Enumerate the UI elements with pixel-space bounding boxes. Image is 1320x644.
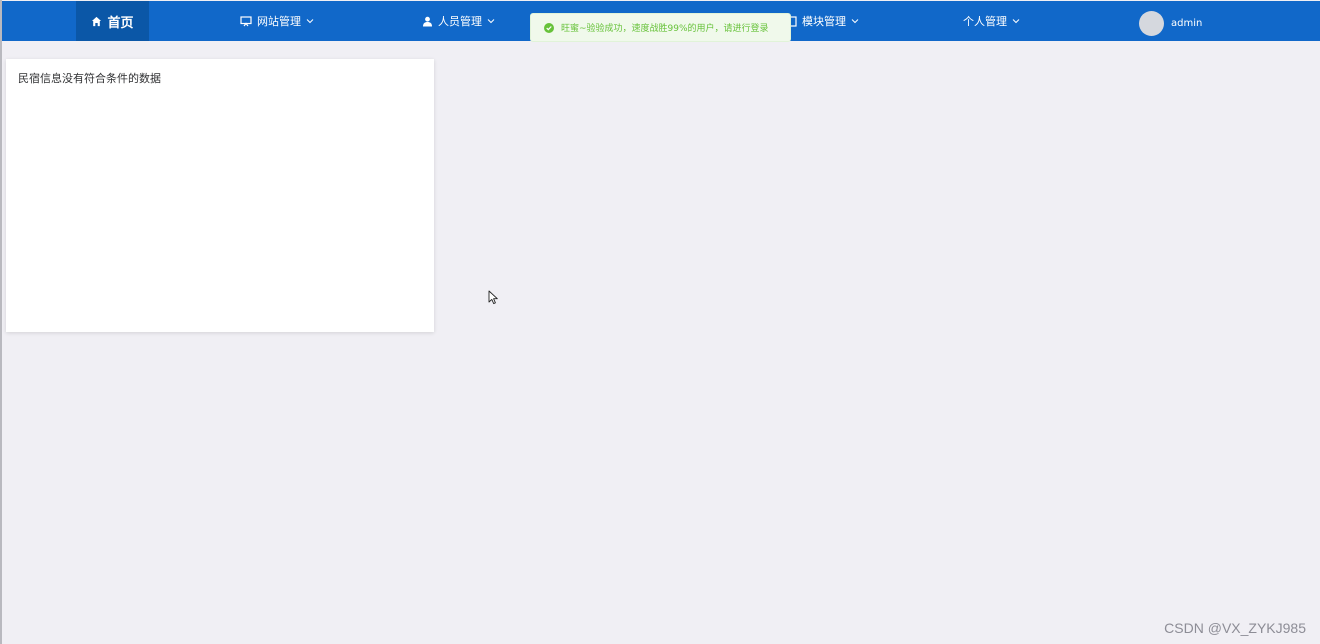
nav-personal-manage[interactable]: 个人管理 bbox=[963, 1, 1020, 41]
chevron-down-icon bbox=[851, 18, 859, 24]
empty-data-message: 民宿信息没有符合条件的数据 bbox=[18, 72, 161, 85]
chevron-down-icon bbox=[306, 18, 314, 24]
mouse-cursor-icon bbox=[488, 290, 499, 309]
user-icon bbox=[422, 16, 433, 27]
check-circle-icon bbox=[544, 22, 554, 33]
user-menu[interactable]: admin bbox=[1139, 9, 1202, 37]
nav-module-manage-label: 模块管理 bbox=[802, 15, 846, 28]
nav-people-manage[interactable]: 人员管理 bbox=[422, 1, 495, 41]
window-left-edge bbox=[0, 0, 2, 644]
home-icon bbox=[91, 16, 102, 27]
toast-message: 旺蜜~验验成功，速度战胜99%的用户，请进行登录 bbox=[561, 24, 769, 34]
username: admin bbox=[1171, 17, 1203, 29]
chevron-down-icon bbox=[487, 18, 495, 24]
nav-home[interactable]: 首页 bbox=[76, 1, 149, 41]
nav-site-manage-label: 网站管理 bbox=[257, 15, 301, 28]
nav-home-label: 首页 bbox=[107, 15, 134, 31]
chevron-down-icon bbox=[1012, 18, 1020, 24]
homestay-info-card: 民宿信息没有符合条件的数据 bbox=[6, 59, 434, 332]
nav-personal-manage-label: 个人管理 bbox=[963, 15, 1007, 28]
nav-people-manage-label: 人员管理 bbox=[438, 15, 482, 28]
success-toast: 旺蜜~验验成功，速度战胜99%的用户，请进行登录 bbox=[530, 13, 791, 42]
monitor-icon bbox=[240, 15, 252, 27]
nav-module-manage[interactable]: 模块管理 bbox=[787, 1, 859, 41]
watermark: CSDN @VX_ZYKJ985 bbox=[1164, 620, 1306, 636]
nav-site-manage[interactable]: 网站管理 bbox=[240, 1, 314, 41]
avatar[interactable] bbox=[1139, 10, 1164, 36]
